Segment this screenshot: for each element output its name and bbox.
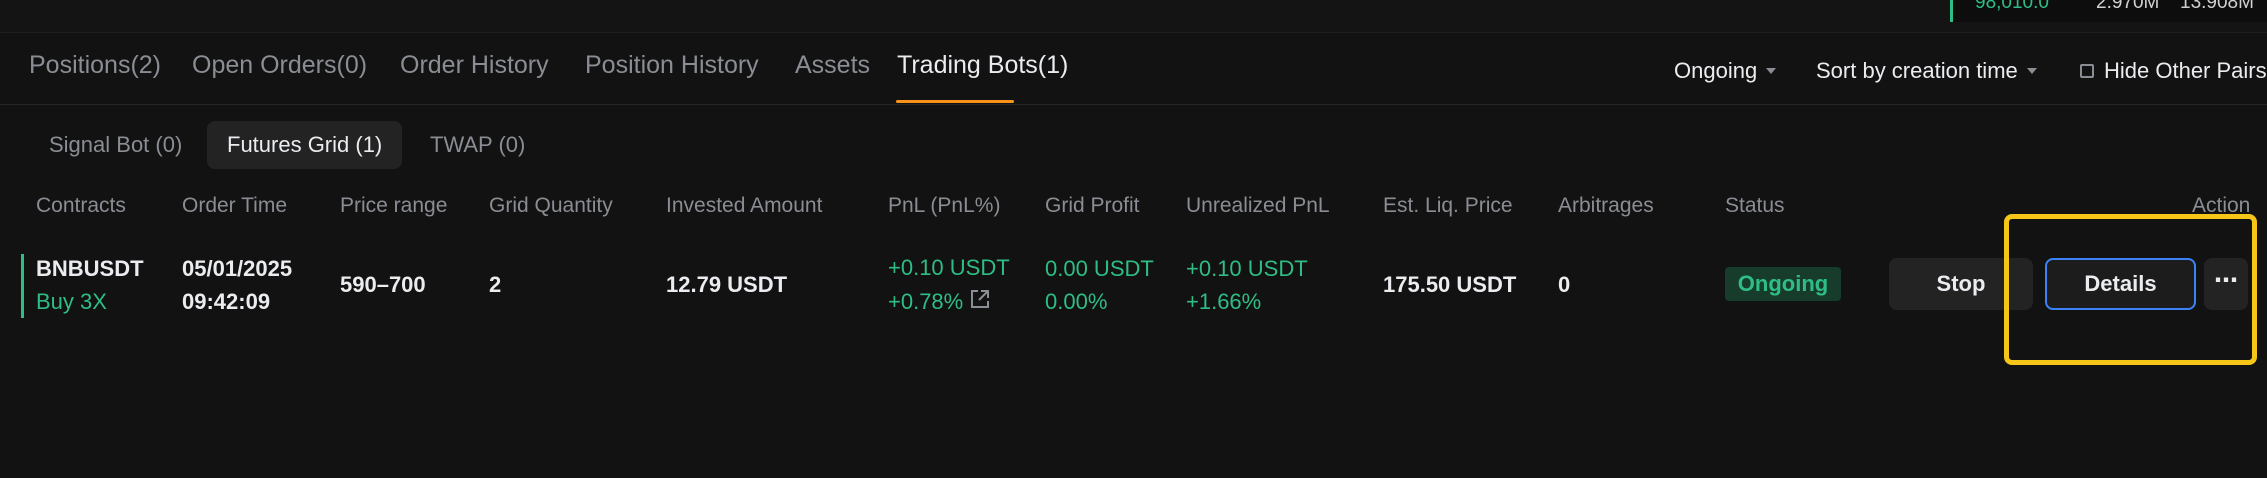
subtab-futures-grid[interactable]: Futures Grid (1) [207, 121, 403, 169]
grid-profit-value: 0.00 USDT [1045, 256, 1154, 281]
hide-other-pairs-toggle[interactable]: Hide Other Pairs [2080, 58, 2267, 84]
chevron-down-icon [1766, 68, 1777, 74]
column-header-order-time: Order Time [182, 194, 288, 217]
status-filter-label: Ongoing [1674, 58, 1758, 83]
stop-button[interactable]: Stop [1889, 258, 2033, 310]
checkbox-icon[interactable] [2080, 64, 2094, 78]
ticker-volume-2: 13.908M [2180, 0, 2254, 13]
grid-quantity-value: 2 [489, 272, 502, 297]
column-header-pnl: PnL (PnL%) [888, 194, 1001, 217]
hide-other-pairs-label: Hide Other Pairs [2104, 58, 2267, 83]
long-position-indicator [21, 254, 24, 318]
column-header-arbitrages: Arbitrages [1558, 194, 1654, 217]
order-date: 05/01/2025 [182, 256, 293, 281]
ticker-panel: 98,010.0 2.970M 13.908M [1950, 0, 2267, 22]
column-header-invested-amount: Invested Amount [666, 194, 823, 217]
tab-position-history[interactable]: Position History [585, 51, 759, 80]
order-time: 09:42:09 [182, 289, 271, 314]
column-header-action: Action [2192, 194, 2251, 217]
subtab-signal-bot[interactable]: Signal Bot (0) [29, 121, 202, 169]
sort-label: Sort by creation time [1816, 58, 2018, 83]
grid-profit-percent: 0.00% [1045, 289, 1108, 314]
tab-order-history[interactable]: Order History [400, 51, 549, 80]
status-badge: Ongoing [1725, 267, 1841, 301]
details-button[interactable]: Details [2045, 258, 2196, 310]
tab-trading-bots[interactable]: Trading Bots(1) [897, 51, 1068, 80]
tab-positions[interactable]: Positions(2) [29, 51, 161, 80]
ticker-price: 98,010.0 [1975, 0, 2049, 13]
column-header-status: Status [1725, 194, 1785, 217]
column-header-grid-quantity: Grid Quantity [489, 194, 613, 217]
ticker-volume-1: 2.970M [2096, 0, 2160, 13]
contract-symbol: BNBUSDT [36, 256, 144, 281]
invested-amount-value: 12.79 USDT [666, 272, 788, 297]
column-header-grid-profit: Grid Profit [1045, 194, 1140, 217]
column-header-unrealized-pnl: Unrealized PnL [1186, 194, 1330, 217]
column-header-est-liq-price: Est. Liq. Price [1383, 194, 1513, 217]
positions-tab-bar: Positions(2) Open Orders(0) Order Histor… [0, 34, 2267, 105]
unrealized-pnl-value: +0.10 USDT [1186, 256, 1308, 281]
chevron-down-icon [2026, 68, 2037, 74]
sort-dropdown[interactable]: Sort by creation time [1816, 58, 2037, 84]
unrealized-pnl-percent: +1.66% [1186, 289, 1262, 314]
top-strip: 98,010.0 2.970M 13.908M [0, 0, 2267, 33]
pnl-value: +0.10 USDT [888, 255, 1010, 280]
est-liq-price-value: 175.50 USDT [1383, 272, 1517, 297]
column-header-contracts: Contracts [36, 194, 126, 217]
subtab-twap[interactable]: TWAP (0) [410, 121, 545, 169]
more-icon[interactable]: ⋯ [2204, 258, 2248, 310]
active-tab-indicator [896, 100, 1014, 103]
position-side: Buy 3X [36, 289, 107, 314]
price-range-value: 590–700 [340, 272, 426, 297]
tab-assets[interactable]: Assets [795, 51, 870, 80]
status-filter-dropdown[interactable]: Ongoing [1674, 58, 1777, 84]
pnl-percent: +0.78% [888, 289, 964, 314]
share-icon[interactable] [969, 288, 991, 310]
tab-open-orders[interactable]: Open Orders(0) [192, 51, 367, 80]
column-header-price-range: Price range [340, 194, 448, 217]
arbitrages-value: 0 [1558, 272, 1571, 297]
